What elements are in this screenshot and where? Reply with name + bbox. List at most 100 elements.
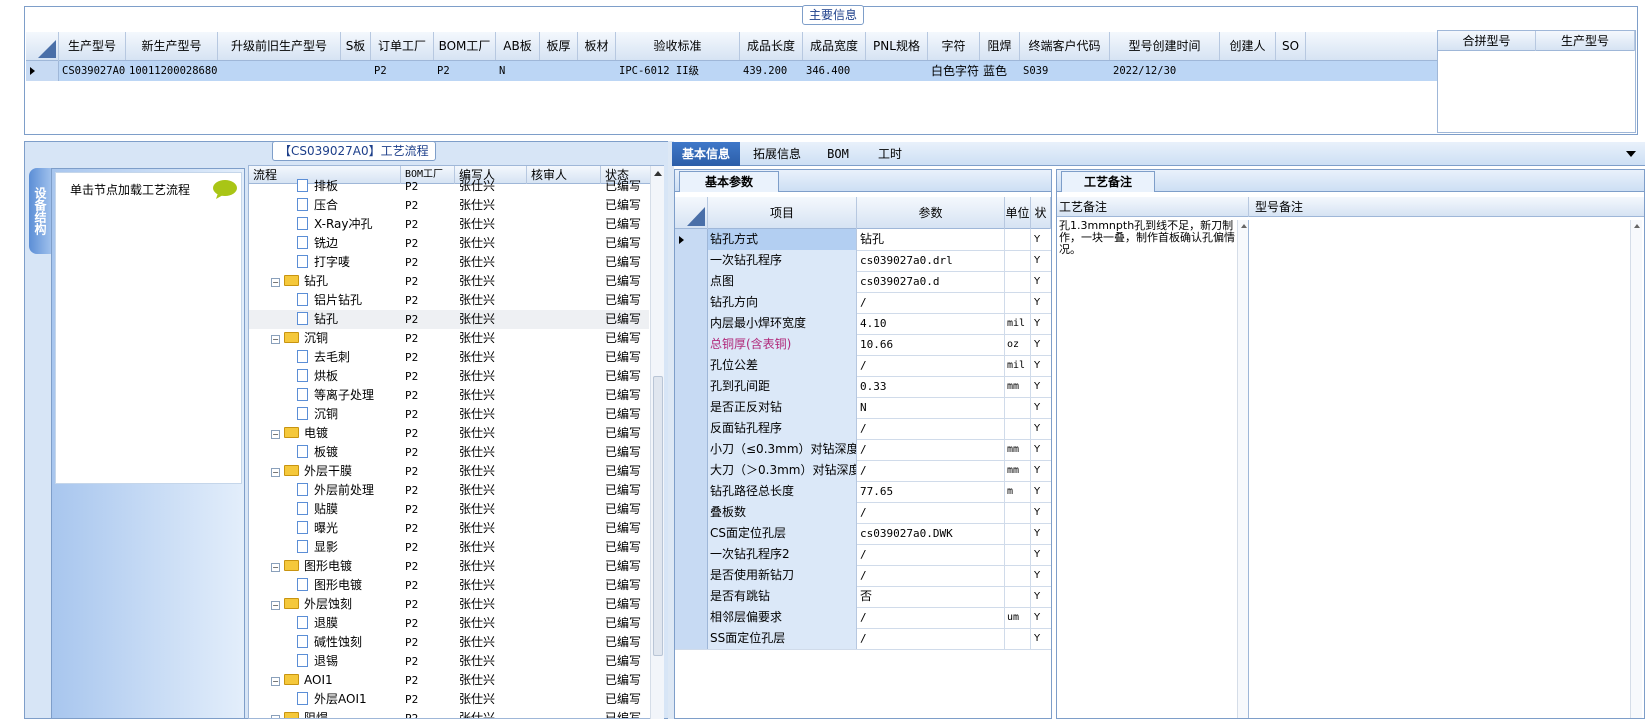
param-value[interactable]: 10.66 bbox=[857, 334, 1005, 355]
col-model-note[interactable]: 型号备注 bbox=[1255, 197, 1455, 217]
main-cell[interactable]: 439.200 bbox=[740, 61, 803, 81]
param-value[interactable]: 77.65 bbox=[857, 481, 1005, 502]
main-cell[interactable]: 白色字符 bbox=[928, 61, 980, 81]
tree-row[interactable]: − 图形电镀 P2 张仕兴 已编写 bbox=[249, 557, 649, 576]
param-row[interactable]: 一次钻孔程序 cs039027a0.drl Y bbox=[675, 250, 1051, 272]
main-col-header[interactable]: 验收标准 bbox=[616, 32, 740, 60]
param-value[interactable]: cs039027a0.d bbox=[857, 271, 1005, 292]
col-value[interactable]: 参数 bbox=[857, 197, 1005, 229]
main-col-header[interactable]: 生产型号 bbox=[59, 32, 126, 60]
collapse-icon[interactable]: − bbox=[271, 715, 280, 718]
collapse-icon[interactable]: − bbox=[271, 601, 280, 610]
tree-row[interactable]: 退锡 P2 张仕兴 已编写 bbox=[249, 652, 649, 671]
tree-row[interactable]: 沉铜 P2 张仕兴 已编写 bbox=[249, 405, 649, 424]
tree-node[interactable]: − 图形电镀 bbox=[271, 557, 401, 576]
tab-bom[interactable]: BOM bbox=[812, 142, 864, 166]
grid-corner[interactable] bbox=[26, 32, 59, 61]
note-scrollbar[interactable] bbox=[1237, 220, 1249, 718]
main-col-header[interactable]: 终端客户代码 bbox=[1020, 32, 1110, 60]
tree-row[interactable]: 排板 P2 张仕兴 已编写 bbox=[249, 177, 649, 196]
main-col-header[interactable]: 成品长度 bbox=[740, 32, 803, 60]
param-row[interactable]: 是否正反对钻 N Y bbox=[675, 397, 1051, 419]
param-row[interactable]: 点图 cs039027a0.d Y bbox=[675, 271, 1051, 293]
main-cell[interactable]: 10011200028680 bbox=[126, 61, 218, 81]
main-cell[interactable]: S039 bbox=[1020, 61, 1110, 81]
tree-row[interactable]: 钻孔 P2 张仕兴 已编写 bbox=[249, 310, 649, 329]
main-cell[interactable] bbox=[341, 61, 371, 81]
tree-node[interactable]: 钻孔 bbox=[297, 310, 401, 329]
tree-row[interactable]: − AOI1 P2 张仕兴 已编写 bbox=[249, 671, 649, 690]
tree-node[interactable]: 等离子处理 bbox=[297, 386, 401, 405]
main-col-header[interactable]: 阻焊 bbox=[980, 32, 1020, 60]
param-row[interactable]: 叠板数 / Y bbox=[675, 502, 1051, 524]
tree-row[interactable]: 贴膜 P2 张仕兴 已编写 bbox=[249, 500, 649, 519]
main-col-header[interactable]: 成品宽度 bbox=[803, 32, 866, 60]
tree-row[interactable]: − 沉铜 P2 张仕兴 已编写 bbox=[249, 329, 649, 348]
main-cell[interactable]: 2022/12/30 bbox=[1110, 61, 1220, 81]
param-row[interactable]: 孔位公差 / mil Y bbox=[675, 355, 1051, 377]
main-col-header[interactable]: 板材 bbox=[578, 32, 616, 60]
tree-node[interactable]: 退锡 bbox=[297, 652, 401, 671]
tree-row[interactable]: 显影 P2 张仕兴 已编写 bbox=[249, 538, 649, 557]
tree-node[interactable]: 打字唛 bbox=[297, 253, 401, 272]
tree-row[interactable]: X-Ray冲孔 P2 张仕兴 已编写 bbox=[249, 215, 649, 234]
param-value[interactable]: 钻孔 bbox=[857, 229, 1005, 250]
main-cell[interactable] bbox=[540, 61, 578, 81]
col-unit[interactable]: 单位 bbox=[1005, 197, 1031, 229]
main-col-header[interactable]: 订单工厂 bbox=[371, 32, 434, 60]
tree-row[interactable]: 碱性蚀刻 P2 张仕兴 已编写 bbox=[249, 633, 649, 652]
main-col-header[interactable]: 型号创建时间 bbox=[1110, 32, 1220, 60]
param-value[interactable]: / bbox=[857, 502, 1005, 523]
tree-row[interactable]: 曝光 P2 张仕兴 已编写 bbox=[249, 519, 649, 538]
param-row[interactable]: 大刀（＞0.3mm）对钻深度 / mm Y bbox=[675, 460, 1051, 482]
tree-node[interactable]: 压合 bbox=[297, 196, 401, 215]
param-value[interactable]: / bbox=[857, 544, 1005, 565]
collapse-icon[interactable]: − bbox=[271, 335, 280, 344]
param-row[interactable]: 小刀（≤0.3mm）对钻深度 / mm Y bbox=[675, 439, 1051, 461]
param-value[interactable]: / bbox=[857, 607, 1005, 628]
param-value[interactable]: / bbox=[857, 292, 1005, 313]
param-row[interactable]: 是否有跳钻否 Y bbox=[675, 586, 1051, 608]
param-row[interactable]: 孔到孔间距 0.33 mm Y bbox=[675, 376, 1051, 398]
tree-node[interactable]: X-Ray冲孔 bbox=[297, 215, 401, 234]
collapse-icon[interactable]: − bbox=[271, 563, 280, 572]
tree-node[interactable]: 图形电镀 bbox=[297, 576, 401, 595]
param-value[interactable]: / bbox=[857, 418, 1005, 439]
tree-row[interactable]: 去毛刺 P2 张仕兴 已编写 bbox=[249, 348, 649, 367]
tree-row[interactable]: 压合 P2 张仕兴 已编写 bbox=[249, 196, 649, 215]
param-value[interactable]: / bbox=[857, 628, 1005, 649]
main-col-header[interactable]: 板厚 bbox=[540, 32, 578, 60]
tree-node[interactable]: 板镀 bbox=[297, 443, 401, 462]
param-value[interactable]: / bbox=[857, 439, 1005, 460]
tree-node[interactable]: 贴膜 bbox=[297, 500, 401, 519]
model-note-scrollbar[interactable] bbox=[1630, 220, 1642, 718]
param-value[interactable]: / bbox=[857, 460, 1005, 481]
param-row[interactable]: 总铜厚(含表铜) 10.66 oz Y bbox=[675, 334, 1051, 356]
main-col-header[interactable]: 升级前旧生产型号 bbox=[218, 32, 341, 60]
main-cell[interactable]: IPC-6012 II级 bbox=[616, 61, 740, 81]
main-cell[interactable]: N bbox=[496, 61, 540, 81]
param-value[interactable]: cs039027a0.drl bbox=[857, 250, 1005, 271]
tree-node[interactable]: − 外层蚀刻 bbox=[271, 595, 401, 614]
basic-params-title[interactable]: 基本参数 bbox=[679, 171, 779, 192]
main-cell[interactable]: CS039027A0 bbox=[59, 61, 126, 81]
main-cell[interactable]: P2 bbox=[371, 61, 434, 81]
col-item[interactable]: 项目 bbox=[708, 197, 857, 229]
tree-node[interactable]: 沉铜 bbox=[297, 405, 401, 424]
merge-model-table[interactable]: 合拼型号 生产型号 bbox=[1437, 30, 1636, 133]
main-col-header[interactable]: S板 bbox=[341, 32, 371, 60]
main-cell[interactable]: P2 bbox=[434, 61, 496, 81]
merge-col-2[interactable]: 生产型号 bbox=[1536, 31, 1635, 51]
main-cell[interactable] bbox=[578, 61, 616, 81]
param-row[interactable]: 钻孔方式 钻孔 Y bbox=[675, 229, 1051, 251]
tree-row[interactable]: − 外层干膜 P2 张仕兴 已编写 bbox=[249, 462, 649, 481]
param-row[interactable]: 反面钻孔程序 / Y bbox=[675, 418, 1051, 440]
main-col-header[interactable]: SO bbox=[1276, 32, 1306, 60]
tree-node[interactable]: − 沉铜 bbox=[271, 329, 401, 348]
main-col-header[interactable]: 新生产型号 bbox=[126, 32, 218, 60]
dropdown-arrow-icon[interactable] bbox=[1625, 150, 1637, 158]
param-row[interactable]: 相邻层偏要求 / um Y bbox=[675, 607, 1051, 629]
tree-row[interactable]: 烘板 P2 张仕兴 已编写 bbox=[249, 367, 649, 386]
param-row[interactable]: CS面定位孔层 cs039027a0.DWK Y bbox=[675, 523, 1051, 545]
tree-scroll-thumb[interactable] bbox=[653, 376, 663, 656]
